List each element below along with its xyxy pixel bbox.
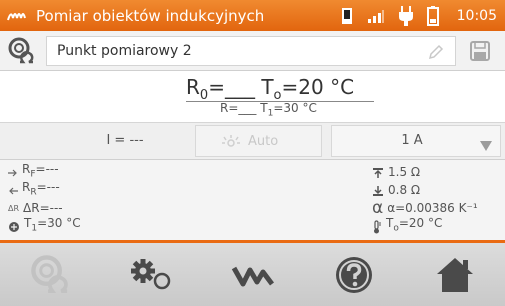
lower-limit-row: 0.8 Ω (372, 182, 420, 199)
resistance-tool-button[interactable] (0, 243, 101, 306)
upper-limit-icon (373, 167, 383, 178)
measurement-point-row: Punkt pomiarowy 2 (0, 31, 505, 71)
app-title: Pomiar obiektów indukcyjnych (36, 6, 265, 25)
resistance-mode-button[interactable] (0, 31, 44, 70)
t0-value: To=20 °C (386, 216, 443, 234)
status-bar: Pomiar obiektów indukcyjnych 10:05 (0, 0, 505, 31)
floppy-disk-icon (470, 40, 490, 61)
current-range-value: 1 A (401, 133, 423, 148)
main-reading-panel: R0=___ To=20 °C R=___ T1=30 °C (0, 71, 505, 123)
measurement-point-label: Punkt pomiarowy 2 (57, 42, 192, 59)
t1-value: T1=30 °C (24, 216, 81, 234)
waveform-icon (231, 266, 274, 286)
probe-temperature-icon (9, 221, 19, 232)
rr-value: RR=--- (22, 180, 60, 198)
upper-limit-value: 1.5 Ω (388, 165, 421, 179)
signal-icon (367, 6, 385, 26)
measurement-point-name[interactable]: Punkt pomiarowy 2 (46, 35, 456, 66)
resistance-omega-icon (8, 37, 34, 63)
thermometer-icon (374, 219, 381, 233)
current-value: I = --- (106, 133, 144, 148)
alpha-icon: α (372, 198, 384, 218)
save-button[interactable] (456, 31, 504, 70)
t1-row: T1=30 °C (8, 216, 81, 235)
t0-row: To=20 °C (372, 216, 443, 235)
sd-card-icon (341, 6, 353, 26)
arrow-left-icon (9, 187, 18, 194)
home-icon (436, 257, 473, 292)
help-button[interactable] (303, 243, 404, 306)
dropdown-arrow-icon (480, 136, 492, 155)
bottom-toolbar (0, 243, 505, 306)
auto-button[interactable]: Auto (195, 125, 322, 157)
current-range-select[interactable]: 1 A (331, 125, 501, 157)
settings-button[interactable] (101, 243, 202, 306)
r-reading: R=___ T1=30 °C (220, 101, 317, 119)
current-row: I = --- Auto 1 A (0, 123, 505, 160)
auto-light-icon (222, 135, 240, 147)
pencil-icon[interactable] (427, 43, 445, 65)
upper-limit-row: 1.5 Ω (372, 164, 420, 181)
battery-icon (426, 5, 439, 26)
app-logo-icon (0, 0, 36, 31)
clock: 10:05 (456, 7, 497, 24)
measurement-graph-button[interactable] (202, 243, 303, 306)
lower-limit-icon (373, 185, 383, 196)
parameters-panel: RF=--- RR=--- ΔR ΔR=--- T1=30 °C 1.5 Ω 0… (0, 160, 505, 240)
help-icon (335, 256, 372, 293)
plug-icon (398, 5, 413, 26)
rr-row: RR=--- (8, 180, 60, 199)
lower-limit-value: 0.8 Ω (388, 183, 421, 197)
resistance-omega-icon (30, 254, 68, 293)
r0-reading: R0=___ To=20 °C (186, 75, 355, 103)
arrow-right-icon (8, 169, 17, 176)
delta-r-icon: ΔR (8, 204, 20, 213)
auto-label: Auto (248, 133, 279, 149)
gears-icon (130, 258, 170, 289)
home-button[interactable] (404, 243, 505, 306)
